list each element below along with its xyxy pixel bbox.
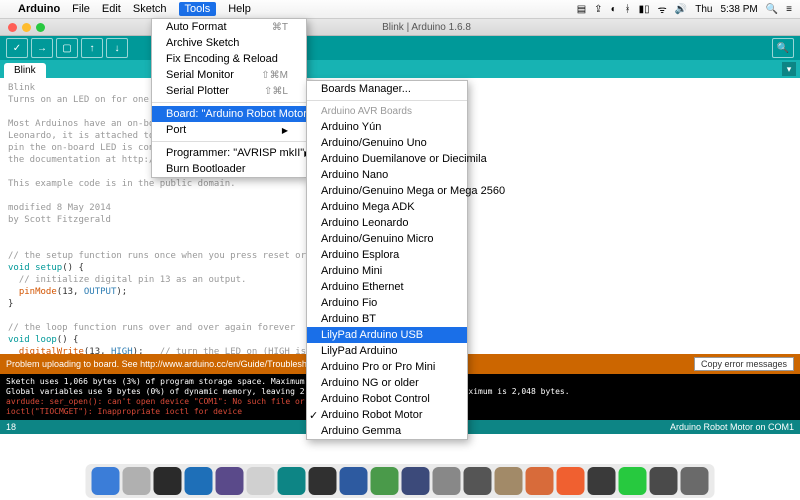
board-item[interactable]: Arduino Ethernet: [307, 279, 467, 295]
zoom-button[interactable]: [36, 23, 45, 32]
copy-error-button[interactable]: Copy error messages: [694, 357, 794, 371]
status-icon[interactable]: ▤: [577, 4, 586, 15]
board-item[interactable]: Arduino NG or older: [307, 375, 467, 391]
board-port: Arduino Robot Motor on COM1: [670, 422, 794, 432]
board-item[interactable]: LilyPad Arduino: [307, 343, 467, 359]
board-item[interactable]: Arduino/Genuino Micro: [307, 231, 467, 247]
save-button[interactable]: ↓: [106, 38, 128, 58]
dock-icon[interactable]: [278, 467, 306, 495]
board-item[interactable]: Arduino Yún: [307, 119, 467, 135]
dock-icon[interactable]: [185, 467, 213, 495]
board-item[interactable]: Arduino Esplora: [307, 247, 467, 263]
dock-icon[interactable]: [433, 467, 461, 495]
verify-button[interactable]: ✓: [6, 38, 28, 58]
serial-monitor-button[interactable]: 🔍: [772, 38, 794, 58]
dock-icon[interactable]: [464, 467, 492, 495]
board-item[interactable]: Arduino Pro or Pro Mini: [307, 359, 467, 375]
spotlight-icon[interactable]: 🔍: [766, 4, 778, 15]
minimize-button[interactable]: [22, 23, 31, 32]
wifi-icon[interactable]: ᯤ: [658, 2, 667, 16]
window-titlebar: Blink | Arduino 1.6.8: [0, 19, 800, 36]
close-button[interactable]: [8, 23, 17, 32]
board-item[interactable]: Arduino Fio: [307, 295, 467, 311]
tab-menu-button[interactable]: ▾: [782, 62, 796, 76]
board-item[interactable]: Arduino Robot Motor: [307, 407, 467, 423]
menu-file[interactable]: File: [72, 3, 90, 15]
clock-day[interactable]: Thu: [695, 4, 712, 15]
open-button[interactable]: ↑: [81, 38, 103, 58]
tools-item[interactable]: Programmer: "AVRISP mkII": [152, 145, 306, 161]
clock-time[interactable]: 5:38 PM: [720, 4, 757, 15]
dock: [86, 464, 715, 498]
board-item[interactable]: Arduino Nano: [307, 167, 467, 183]
tools-item[interactable]: Archive Sketch: [152, 35, 306, 51]
volume-icon[interactable]: 🔊: [675, 4, 687, 15]
status-icon[interactable]: ⇪: [594, 4, 602, 15]
menu-help[interactable]: Help: [228, 3, 251, 15]
line-number: 18: [6, 422, 16, 432]
dock-icon[interactable]: [588, 467, 616, 495]
dock-icon[interactable]: [247, 467, 275, 495]
board-item[interactable]: Arduino Robot Control: [307, 391, 467, 407]
dock-icon[interactable]: [154, 467, 182, 495]
bluetooth-icon[interactable]: ᚼ: [625, 4, 631, 15]
upload-button[interactable]: →: [31, 38, 53, 58]
dock-icon[interactable]: [619, 467, 647, 495]
tools-item[interactable]: Board: "Arduino Robot Motor": [152, 106, 306, 122]
boards-header: Arduino AVR Boards: [307, 104, 467, 119]
board-item[interactable]: LilyPad Arduino USB: [307, 327, 467, 343]
dock-icon[interactable]: [371, 467, 399, 495]
status-icon[interactable]: ◐: [611, 4, 617, 15]
dock-icon[interactable]: [92, 467, 120, 495]
board-item[interactable]: Arduino/Genuino Uno: [307, 135, 467, 151]
menu-sketch[interactable]: Sketch: [133, 3, 167, 15]
dock-icon[interactable]: [681, 467, 709, 495]
new-button[interactable]: ▢: [56, 38, 78, 58]
board-item[interactable]: Arduino Duemilanove or Diecimila: [307, 151, 467, 167]
notif-icon[interactable]: ≡: [786, 4, 792, 15]
dock-icon[interactable]: [123, 467, 151, 495]
menubar-right: ▤ ⇪ ◐ ᚼ ▮▯ ᯤ 🔊 Thu 5:38 PM 🔍 ≡: [577, 2, 792, 16]
mac-menubar: Arduino File Edit Sketch Tools Help ▤ ⇪ …: [0, 0, 800, 19]
board-item[interactable]: Arduino/Genuino Mega or Mega 2560: [307, 183, 467, 199]
tab-bar: Blink ▾: [0, 60, 800, 78]
tools-item[interactable]: Fix Encoding & Reload: [152, 51, 306, 67]
tools-item[interactable]: Serial Plotter⇧⌘L: [152, 83, 306, 99]
dock-icon[interactable]: [495, 467, 523, 495]
sketch-tab[interactable]: Blink: [4, 63, 46, 78]
board-item[interactable]: Arduino Mini: [307, 263, 467, 279]
tools-item[interactable]: Auto Format⌘T: [152, 19, 306, 35]
tools-menu: Auto Format⌘TArchive SketchFix Encoding …: [151, 18, 307, 178]
battery-icon[interactable]: ▮▯: [639, 4, 650, 15]
dock-icon[interactable]: [526, 467, 554, 495]
board-item[interactable]: Arduino Mega ADK: [307, 199, 467, 215]
dock-icon[interactable]: [402, 467, 430, 495]
board-item[interactable]: Arduino BT: [307, 311, 467, 327]
menu-tools[interactable]: Tools: [179, 2, 217, 16]
tools-item[interactable]: Port: [152, 122, 306, 138]
boards-manager[interactable]: Boards Manager...: [307, 81, 467, 97]
dock-icon[interactable]: [650, 467, 678, 495]
menu-edit[interactable]: Edit: [102, 3, 121, 15]
dock-icon[interactable]: [216, 467, 244, 495]
dock-icon[interactable]: [557, 467, 585, 495]
board-item[interactable]: Arduino Gemma: [307, 423, 467, 439]
boards-submenu: Boards Manager...Arduino AVR BoardsArdui…: [306, 80, 468, 440]
dock-icon[interactable]: [309, 467, 337, 495]
tools-item[interactable]: Burn Bootloader: [152, 161, 306, 177]
dock-icon[interactable]: [340, 467, 368, 495]
tools-item[interactable]: Serial Monitor⇧⌘M: [152, 67, 306, 83]
board-item[interactable]: Arduino Leonardo: [307, 215, 467, 231]
ide-toolbar: ✓ → ▢ ↑ ↓ 🔍: [0, 36, 800, 60]
menu-app[interactable]: Arduino: [18, 3, 60, 15]
